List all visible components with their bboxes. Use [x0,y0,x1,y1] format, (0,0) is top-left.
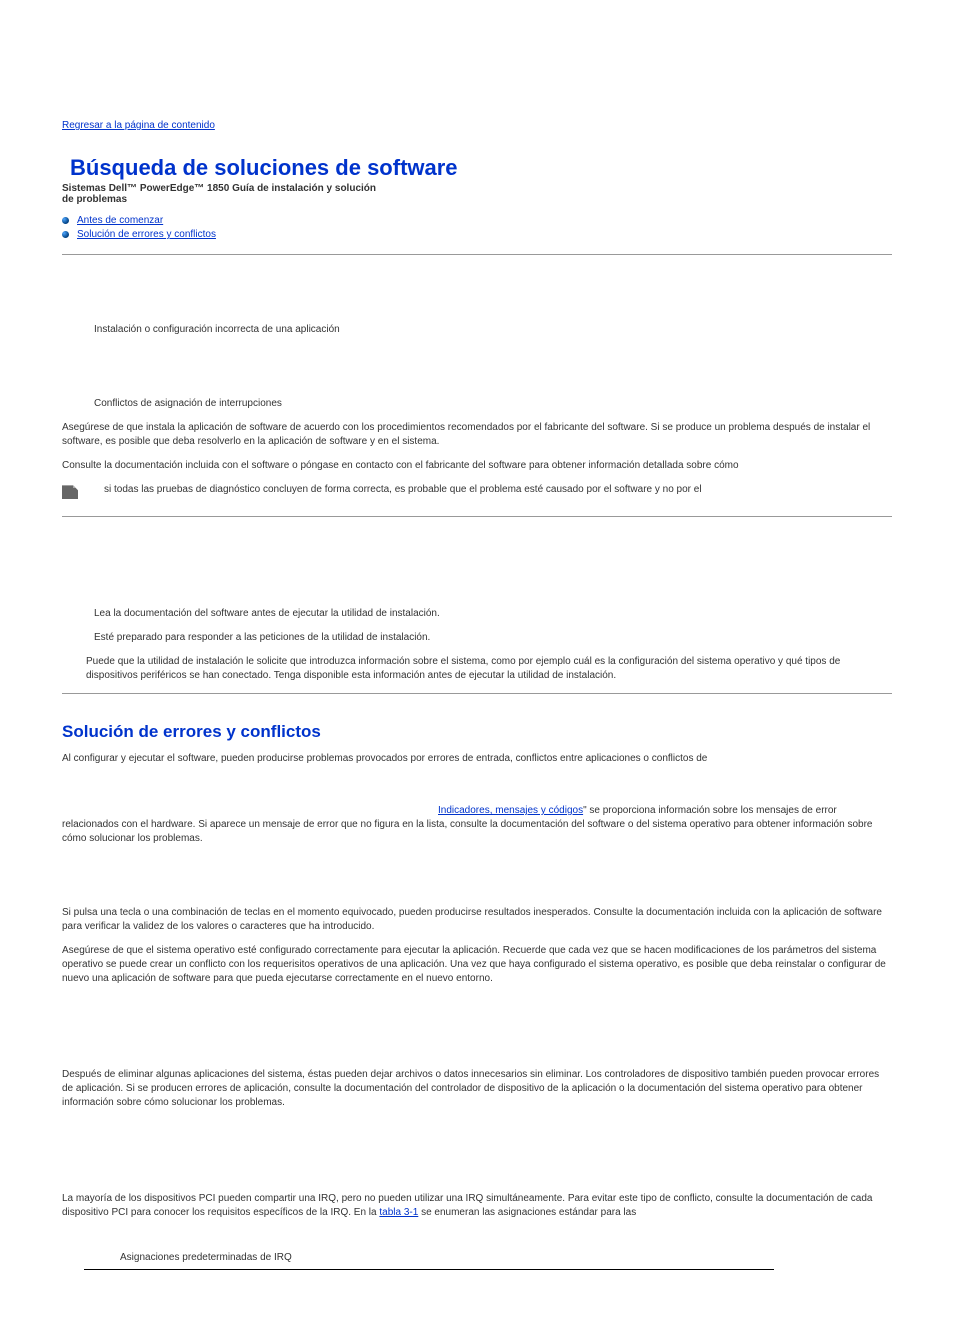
note-icon [62,483,78,499]
divider [62,516,892,517]
toc-link-before[interactable]: Antes de comenzar [77,215,163,226]
divider [62,693,892,694]
toc-list: Antes de comenzar Solución de errores y … [62,215,892,240]
toc-item: Antes de comenzar [62,215,892,226]
section-heading: Solución de errores y conflictos [62,722,892,742]
note-block: si todas las pruebas de diagnóstico conc… [62,483,892,502]
divider [62,254,892,255]
page-title: Búsqueda de soluciones de software [70,155,892,181]
body-text: Puede que la utilidad de instalación le … [86,655,892,683]
table-link[interactable]: tabla 3-1 [379,1207,418,1218]
bullet-icon [62,217,69,224]
body-text-part: se enumeran las asignaciones estándar pa… [418,1207,636,1218]
note-text: si todas las pruebas de diagnóstico conc… [104,483,702,497]
page-subtitle: Sistemas Dell™ PowerEdge™ 1850 Guía de i… [62,183,382,205]
body-text: Al configurar y ejecutar el software, pu… [62,752,892,766]
toc-link-solutions[interactable]: Solución de errores y conflictos [77,229,216,240]
body-text: Indicadores, mensajes y códigos" se prop… [62,804,892,846]
irq-table [84,1269,774,1276]
body-text: Después de eliminar algunas aplicaciones… [62,1068,892,1110]
table-caption: Asignaciones predeterminadas de IRQ [120,1252,892,1263]
list-item: Esté preparado para responder a las peti… [94,631,892,645]
body-text: La mayoría de los dispositivos PCI puede… [62,1192,892,1220]
list-item: Lea la documentación del software antes … [94,607,892,621]
body-text: Asegúrese de que instala la aplicación d… [62,421,892,449]
body-text: Consulte la documentación incluida con e… [62,459,892,473]
indicators-link[interactable]: Indicadores, mensajes y códigos [438,805,583,816]
bullet-icon [62,231,69,238]
body-text: Si pulsa una tecla o una combinación de … [62,906,892,934]
list-item: Instalación o configuración incorrecta d… [94,323,892,337]
toc-item: Solución de errores y conflictos [62,229,892,240]
list-item: Conflictos de asignación de interrupcion… [94,397,892,411]
body-text: Asegúrese de que el sistema operativo es… [62,944,892,986]
back-to-contents-link[interactable]: Regresar a la página de contenido [62,120,215,131]
